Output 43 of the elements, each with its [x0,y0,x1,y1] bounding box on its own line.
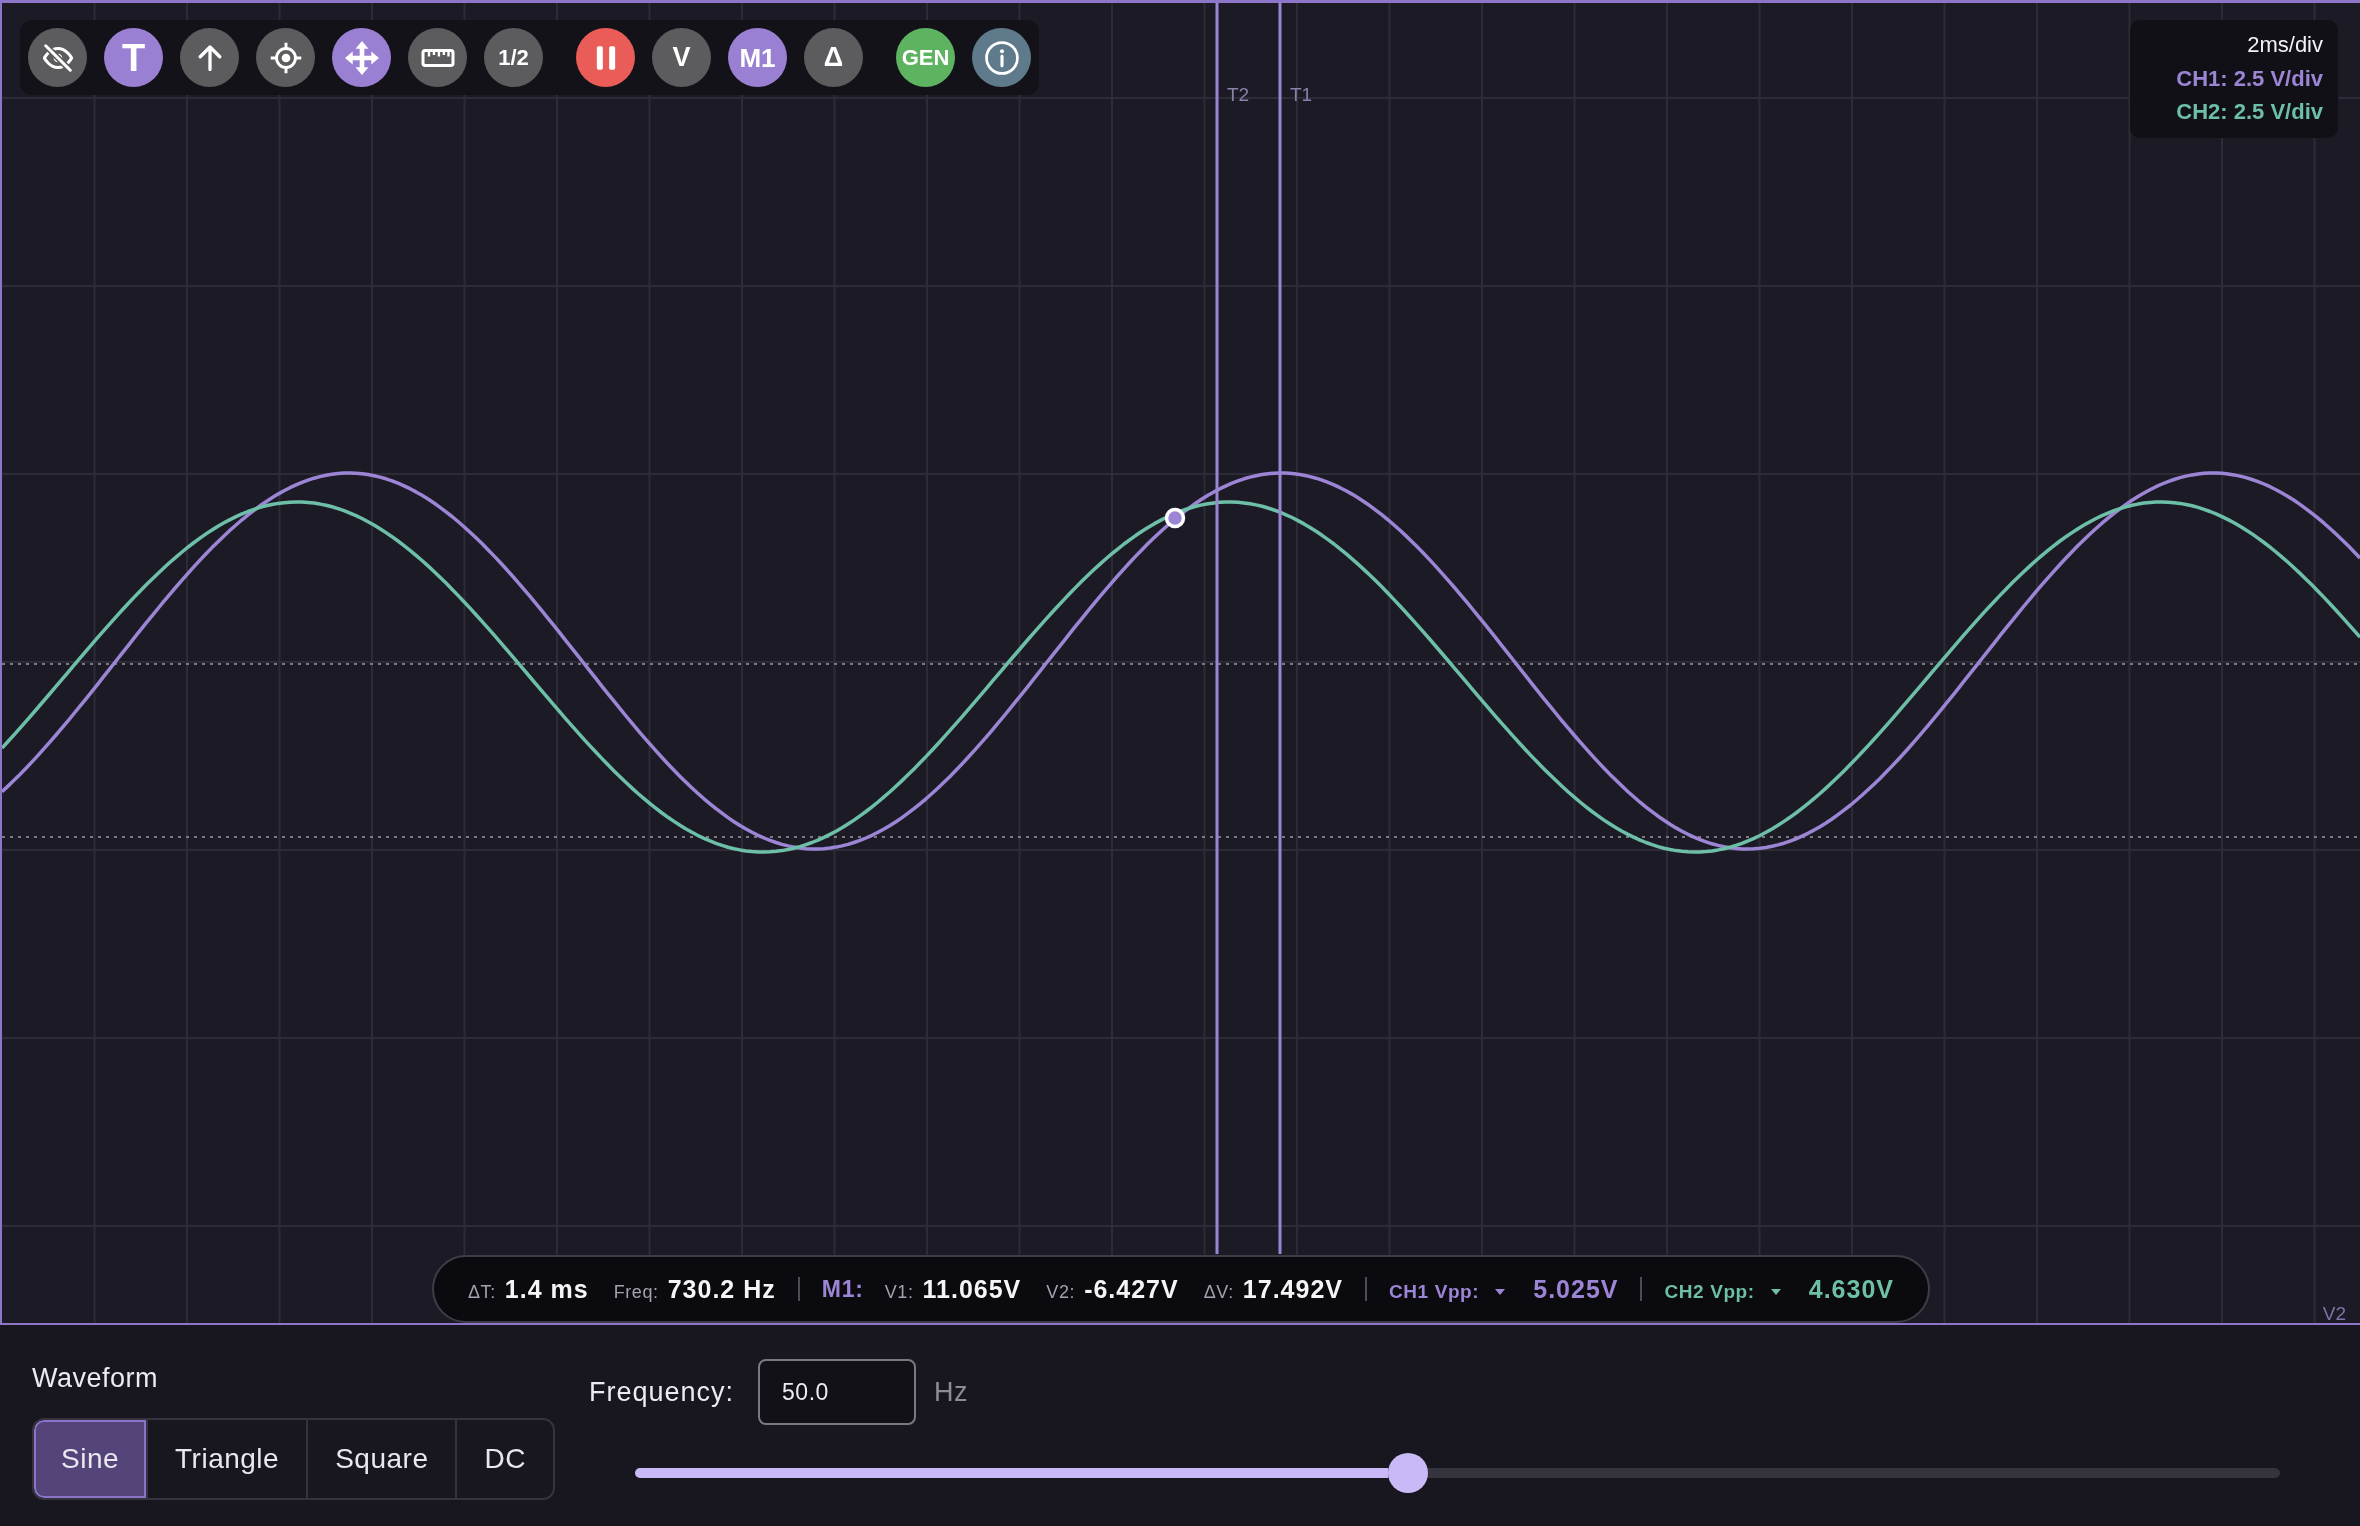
section-label: Waveform [32,1362,158,1395]
caret-icon [1770,1288,1781,1295]
readout-value: 730.2 Hz [667,1274,776,1304]
readout-label: Freq: [613,1281,659,1303]
ruler-icon [420,48,455,67]
readout-value: 1.4 ms [504,1274,589,1304]
channel-scale-text: CH1: 2.5 V/div [2176,65,2323,93]
waveform-option[interactable]: Sine [34,1420,147,1498]
pause-icon [595,45,616,70]
field-label: Frequency: [589,1376,735,1408]
readout-label: V1: [884,1281,914,1303]
cursor-label: V2 [2322,1304,2346,1323]
cursor-label: T2 [1227,85,1250,104]
readout-label: ΔT: [468,1281,496,1303]
waveform-option[interactable]: Square [306,1420,456,1498]
cursor-label: T1 [1290,85,1313,104]
toolbar-button[interactable]: 1/2 [484,28,543,87]
channel-scale-text: CH2: 2.5 V/div [2176,98,2323,126]
readout-label: V2: [1046,1281,1076,1303]
readout-value: 4.630V [1808,1274,1894,1304]
waveform-option[interactable]: DC [455,1420,553,1498]
readout-value: 11.065V [922,1274,1022,1304]
slider-thumb[interactable] [1388,1453,1429,1493]
channel-dropdown[interactable]: CH2 Vpp: [1664,1280,1781,1303]
move-arrows-icon [344,40,379,75]
frequency-input[interactable]: 50.0 [758,1359,917,1425]
waveform-option[interactable]: Triangle [146,1420,307,1498]
timebase-text: 2ms/div [2247,31,2323,59]
marker-heading: M1: [821,1275,864,1303]
toolbar-button[interactable]: Δ [804,28,863,87]
readout-value: 5.025V [1533,1274,1619,1304]
channel-dropdown[interactable]: CH1 Vpp: [1388,1280,1506,1303]
readout-value: 17.492V [1242,1274,1343,1304]
unit-label: Hz [934,1376,969,1408]
caret-icon [1495,1288,1506,1295]
readout-label: ΔV: [1203,1281,1234,1303]
crosshair-icon [269,41,302,74]
marker-icon [1164,507,1186,529]
toolbar-button[interactable]: V [652,28,711,87]
up-arrow-icon [197,44,222,71]
eye-slash-icon [42,43,73,72]
readout-value: -6.427V [1084,1274,1179,1304]
info-icon [984,40,1019,75]
